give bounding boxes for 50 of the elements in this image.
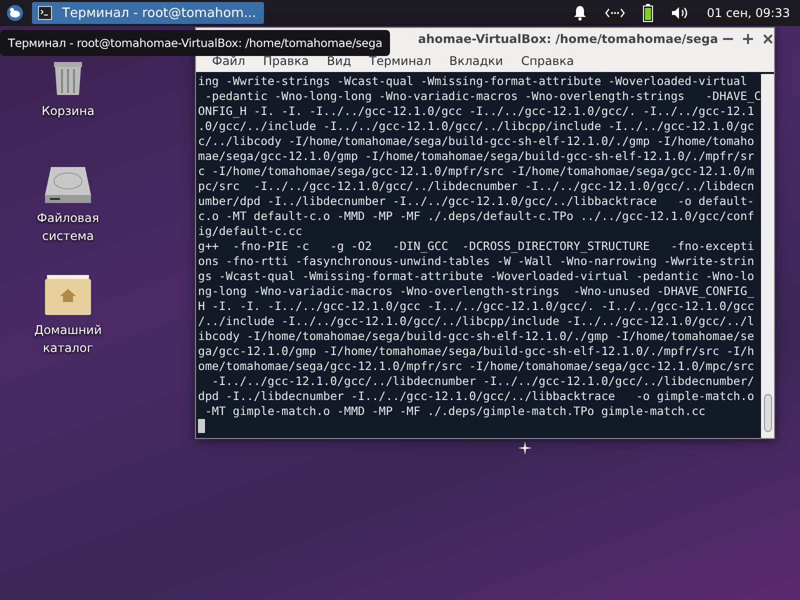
menu-item[interactable]: Терминал: [361, 54, 440, 68]
bell-icon[interactable]: [572, 5, 587, 21]
terminal-line: ONFIG_H -I. -I. -I../../gcc-12.1.0/gcc -I../../gcc-12.1.0/gcc/. -I../../gcc-12.1: [198, 104, 756, 119]
terminal-line: .0/gcc/../include -I../../gcc-12.1.0/gcc/../libcpp/include -I../../gcc-12.1.0/gc: [198, 119, 756, 134]
close-icon: [762, 33, 774, 45]
menu-item[interactable]: Правка: [255, 54, 317, 68]
terminal-line: ga/gcc-12.1.0/gmp -I/home/tomahomae/sega/build-gcc-sh-elf-12.1.0/./mpfr/src -I/h: [198, 344, 756, 359]
terminal-line: /../include -I../../gcc-12.1.0/gcc/../libcpp/include -I../../gcc-12.1.0/gcc/../l: [198, 314, 756, 329]
clock[interactable]: 01 сен, 09:33: [706, 6, 790, 20]
plus-icon: [742, 33, 754, 45]
terminal-line: pc/src -I../../gcc-12.1.0/gcc/../libdecnumber -I../../gcc-12.1.0/gcc/../libdecn: [198, 179, 756, 194]
trash-icon: [53, 62, 83, 96]
terminal-line: -I../../gcc-12.1.0/gcc/../libdecnumber -I../../gcc-12.1.0/gcc/../libdecnumber/: [210, 374, 756, 389]
terminal-line: -pedantic -Wno-long-long -Wno-variadic-macros -Wno-overlength-strings -DHAVE_C: [204, 89, 762, 104]
mouse-logo-icon[interactable]: [6, 4, 24, 22]
terminal-line: ons -fno-rtti -fasynchronous-unwind-tables -W -Wall -Wno-narrowing -Wwrite-strin: [198, 254, 756, 269]
desktop-icon-label[interactable]: Файловая система: [23, 209, 113, 245]
desktop-icon-label[interactable]: Домашний каталог: [23, 321, 113, 357]
terminal-line: H -I. -I. -I../../gcc-12.1.0/gcc -I../../gcc-12.1.0/gcc/. -I../../gcc-12.1.0/gcc: [198, 299, 756, 314]
menu-item[interactable]: Файл: [204, 54, 254, 68]
terminal-line: ig/default-c.cc: [198, 224, 304, 239]
sparkle-icon: [518, 441, 532, 455]
battery-icon[interactable]: [642, 4, 653, 22]
menu-item[interactable]: Вид: [318, 54, 360, 68]
terminal-line: gs -Wcast-qual -Wmissing-format-attribute -Woverloaded-virtual -pedantic -Wno-lo: [198, 269, 756, 284]
terminal-line: c.o -MT default-c.o -MMD -MP -MF ./.deps/default-c.TPo ../../gcc-12.1.0/gcc/conf: [198, 209, 756, 224]
terminal-line: ing -Wwrite-strings -Wcast-qual -Wmissing-format-attribute -Woverloaded-virtual: [198, 74, 748, 89]
volume-icon[interactable]: [670, 6, 689, 20]
terminal-line: g++ -fno-PIE -c -g -O2 -DIN_GCC -DCROSS_DIRECTORY_STRUCTURE -fno-excepti: [198, 239, 756, 254]
home-folder-icon: [45, 275, 91, 315]
terminal-line: dpd -I../libdecnumber -I../../gcc-12.1.0/gcc/../libbacktrace -o gimple-match.o: [198, 389, 756, 404]
terminal-line: umber/dpd -I../libdecnumber -I../../gcc-12.1.0/gcc/../libbacktrace -o default-: [198, 194, 756, 209]
hard-drive-icon: [45, 167, 91, 203]
terminal-line: ng-long -Wno-variadic-macros -Wno-overlength-strings -Wno-unused -DHAVE_CONFIG_: [198, 284, 756, 299]
menu-item[interactable]: Вкладки: [441, 54, 512, 68]
terminal-line: -MT gimple-match.o -MMD -MP -MF ./.deps/gimple-match.TPo gimple-match.cc: [204, 404, 706, 419]
menu-item[interactable]: Справка: [513, 54, 582, 68]
terminal-line: c/../libcody -I/home/tomahomae/sega/build-gcc-sh-elf-12.1.0/./gmp -I/home/tomaho: [198, 134, 756, 149]
tooltip: Терминал - root@tomahomae-VirtualBox: /home/tomahomae/sega: [0, 30, 390, 56]
desktop-icon-label[interactable]: Корзина: [23, 102, 113, 120]
network-icon[interactable]: [604, 8, 625, 18]
scrollbar-thumb[interactable]: [764, 394, 772, 432]
terminal-line: ome/tomahomae/sega/gcc-12.1.0/mpfr/src -I/home/tomahomae/sega/gcc-12.1.0/mpc/src: [198, 359, 756, 374]
terminal-line: c -I/home/tomahomae/sega/gcc-12.1.0/mpfr/src -I/home/tomahomae/sega/gcc-12.1.0/m: [198, 164, 756, 179]
terminal-line: ibcody -I/home/tomahomae/sega/build-gcc-sh-elf-12.1.0/./gmp -I/home/tomahomae/se: [198, 329, 756, 344]
window-title: ahomae-VirtualBox: /home/tomahomae/sega: [418, 32, 718, 46]
terminal-line: mae/sega/gcc-12.1.0/gmp -I/home/tomahomae/sega/build-gcc-sh-elf-12.1.0/./mpfr/sr: [198, 149, 756, 164]
taskbar-button[interactable]: Терминал - root@tomahom...: [32, 2, 264, 24]
text-cursor: [198, 419, 205, 433]
terminal-icon: [38, 6, 52, 20]
